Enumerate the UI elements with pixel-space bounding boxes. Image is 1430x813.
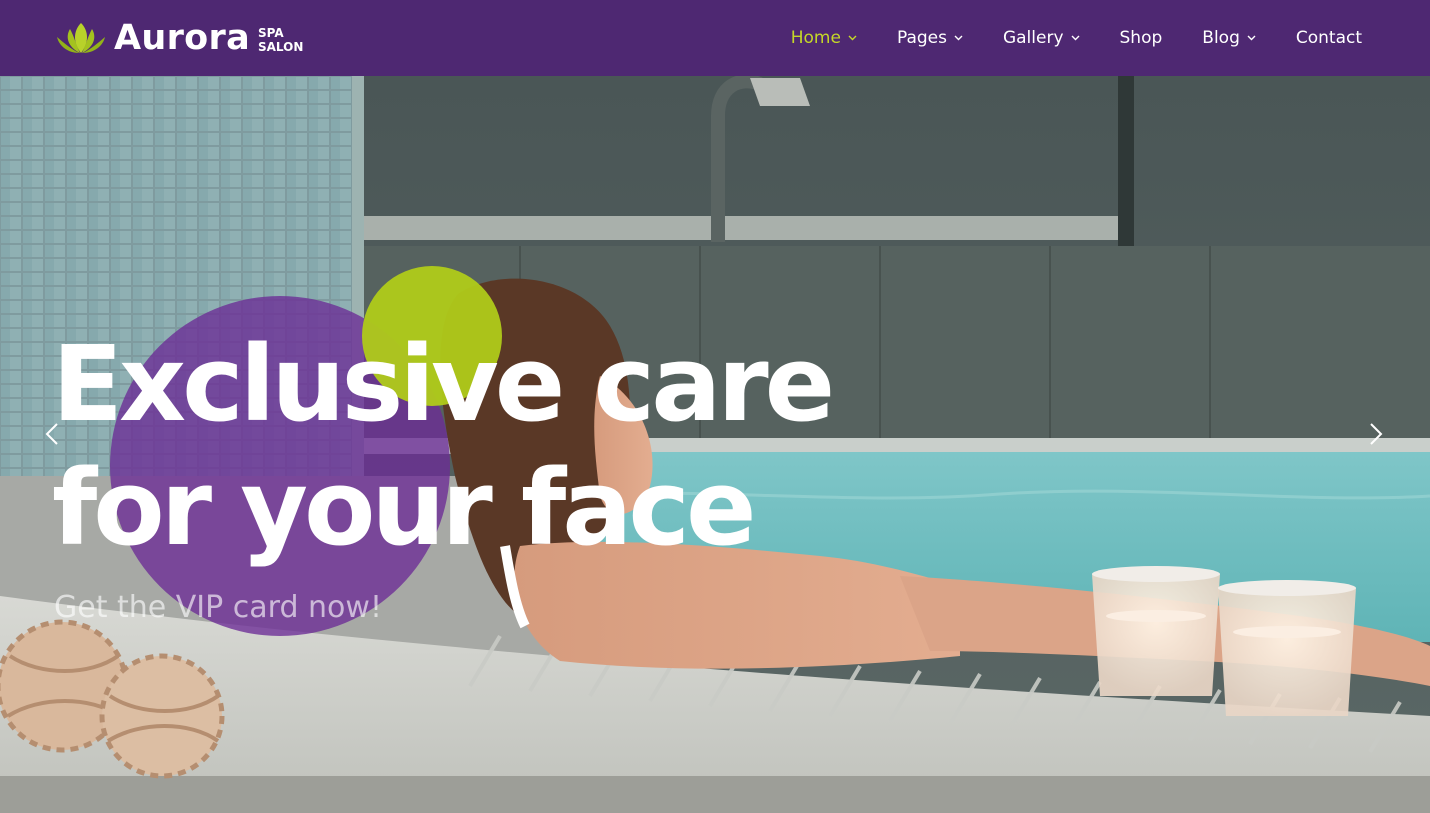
nav-item-gallery[interactable]: Gallery [1003,28,1080,48]
chevron-left-icon [45,423,58,445]
main-nav: Home Pages Gallery Shop Blog Contact [751,0,1362,76]
nav-item-label: Home [790,28,841,48]
nav-item-label: Gallery [1002,28,1064,48]
nav-item-blog[interactable]: Blog [1202,28,1256,48]
brand-tagline-line1: SPA [258,26,284,40]
slider-prev-button[interactable] [40,416,64,452]
chevron-down-icon [1247,35,1256,41]
chevron-down-icon [954,35,963,41]
brand-tagline: SPA SALON [258,26,303,54]
nav-item-label: Pages [896,28,947,48]
nav-item-pages[interactable]: Pages [897,28,963,48]
nav-item-label: Blog [1202,28,1240,48]
hero-subheadline: Get the VIP card now! [54,590,382,625]
lotus-icon [57,23,105,53]
brand-name: Aurora [114,18,250,58]
hero-headline-line1: Exclusive care [52,323,835,445]
chevron-right-icon [1370,423,1383,445]
nav-item-label: Contact [1295,28,1362,48]
hero-headline-line2: for your face [52,447,757,569]
hero-headline: Exclusive care for your face [52,322,835,570]
nav-item-home[interactable]: Home [791,28,857,48]
nav-item-shop[interactable]: Shop [1120,28,1163,48]
site-logo[interactable]: Aurora SPA SALON [54,18,303,58]
nav-item-contact[interactable]: Contact [1296,28,1362,48]
nav-item-label: Shop [1119,28,1163,48]
page: Aurora SPA SALON Home Pages Gallery Shop [0,0,1430,813]
hero-slider: Exclusive care for your face Get the VIP… [0,76,1430,813]
brand-tagline-line2: SALON [258,40,304,54]
chevron-down-icon [848,35,857,41]
chevron-down-icon [1071,35,1080,41]
site-header: Aurora SPA SALON Home Pages Gallery Shop [0,0,1430,76]
slider-next-button[interactable] [1364,416,1388,452]
